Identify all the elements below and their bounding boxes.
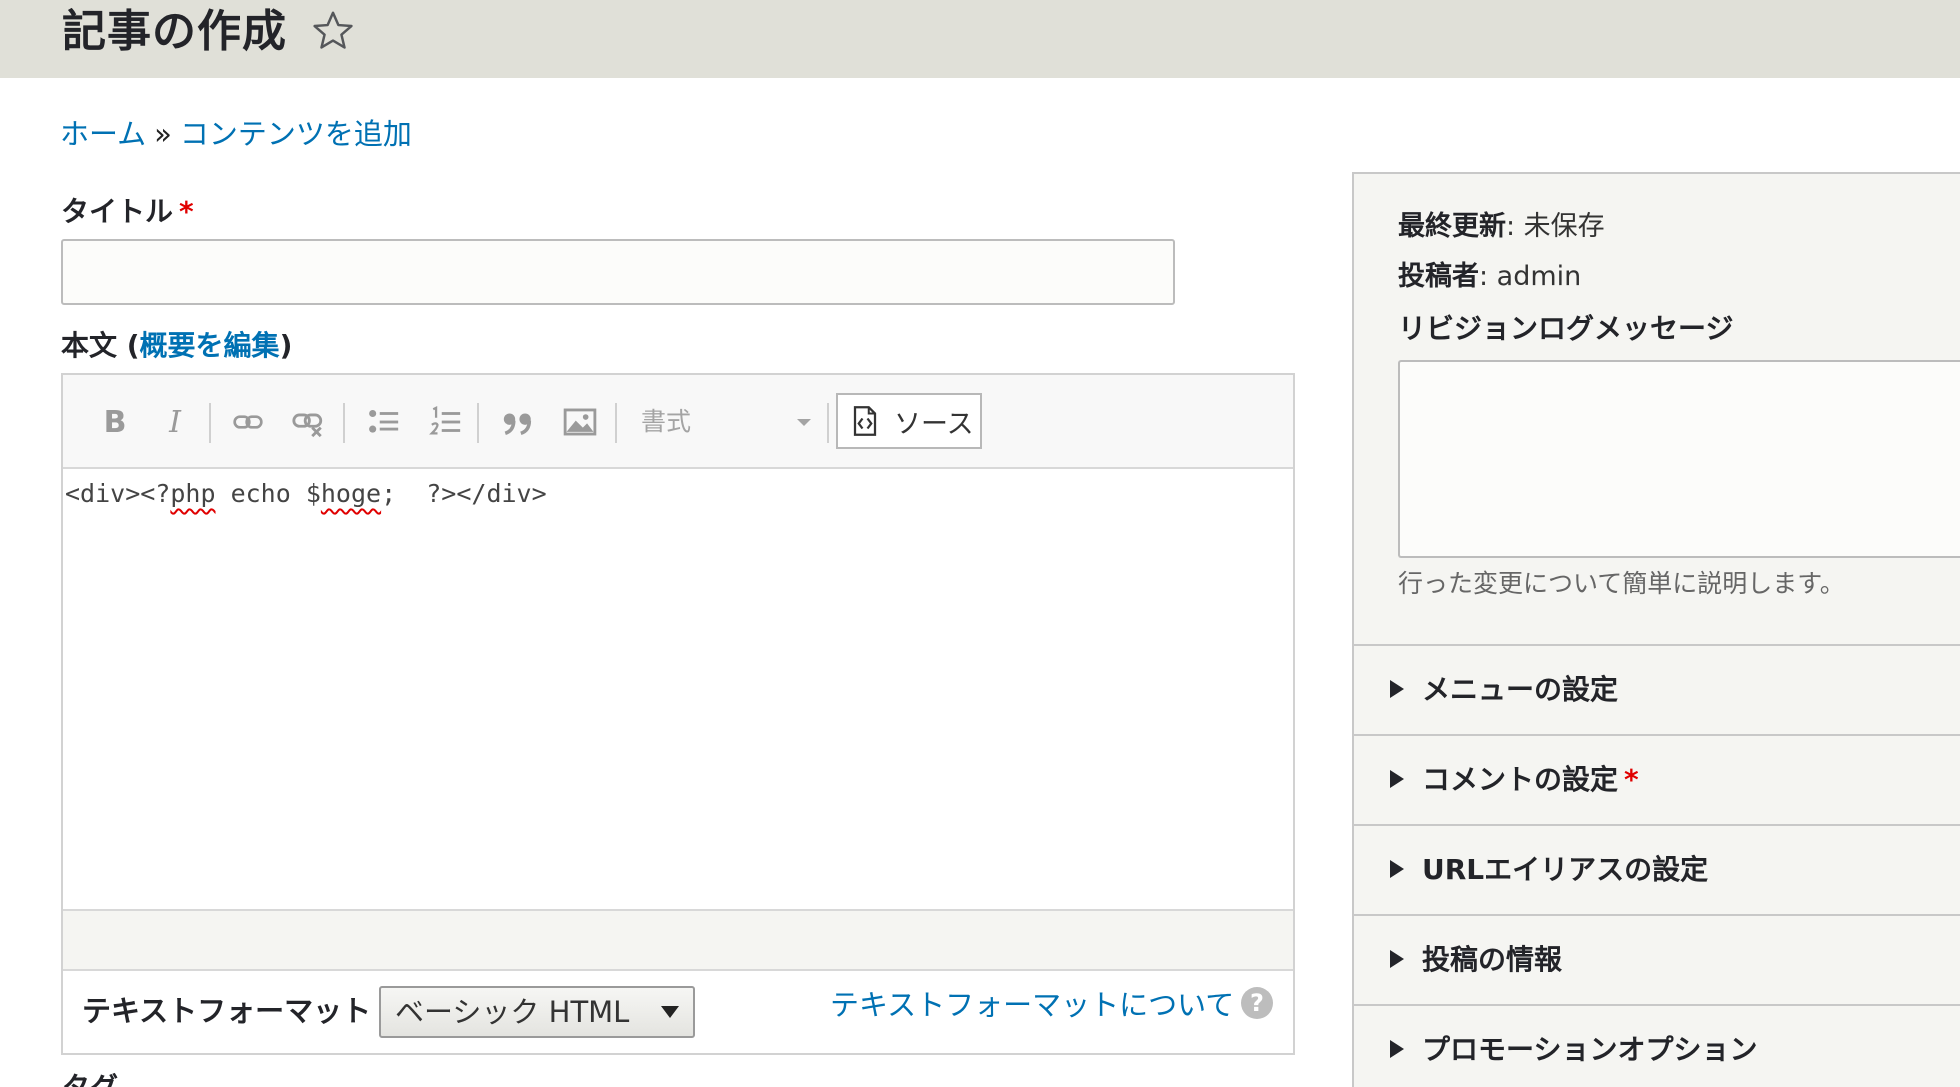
page-title: 記事の作成	[62, 6, 287, 57]
link-icon	[233, 415, 263, 429]
code-text: <div><?	[65, 479, 171, 508]
bold-button[interactable]: B	[93, 399, 137, 445]
numbered-list-icon	[429, 406, 461, 435]
panel-label: URLエイリアスの設定	[1422, 853, 1709, 886]
title-label: タイトル *	[61, 194, 194, 230]
toolbar-separator	[209, 403, 211, 443]
body-editor: B I 書式 ソース <div><?php echo $hoge; ?></di…	[61, 373, 1295, 1055]
star-outline-icon[interactable]	[310, 8, 356, 54]
required-mark: *	[1624, 763, 1639, 796]
image-button[interactable]	[555, 399, 605, 445]
toolbar-separator	[615, 403, 617, 443]
italic-button[interactable]: I	[153, 399, 197, 445]
blockquote-button[interactable]	[493, 399, 543, 445]
expand-triangle-icon	[1390, 680, 1404, 698]
bulleted-list-icon	[369, 409, 399, 433]
toolbar-separator	[343, 403, 345, 443]
bold-icon: B	[103, 404, 127, 440]
authoring-info-panel[interactable]: 投稿の情報	[1354, 914, 1960, 1004]
edit-summary-link[interactable]: 概要を編集	[140, 329, 280, 362]
about-text-formats-link[interactable]: テキストフォーマットについて	[830, 985, 1234, 1025]
revision-log-description: 行った変更について簡単に説明します。	[1398, 569, 1845, 598]
title-input[interactable]	[61, 239, 1175, 305]
code-text: ; ?></div>	[381, 479, 547, 508]
toolbar-separator	[477, 403, 479, 443]
expand-triangle-icon	[1390, 770, 1404, 788]
panel-label: プロモーションオプション	[1422, 1033, 1758, 1066]
toolbar-separator	[827, 403, 829, 443]
menu-settings-panel[interactable]: メニューの設定	[1354, 644, 1960, 734]
panel-label: コメントの設定 *	[1422, 760, 1639, 800]
code-text: hoge	[320, 479, 382, 508]
image-icon	[563, 408, 597, 436]
body-label: 本文 (概要を編集)	[61, 328, 292, 364]
code-text: php	[170, 479, 216, 508]
expand-triangle-icon	[1390, 1040, 1404, 1058]
breadcrumb-separator: »	[154, 117, 172, 151]
body-label-text: 本文 (	[61, 329, 140, 362]
last-updated-value: : 未保存	[1506, 211, 1605, 242]
source-button[interactable]: ソース	[836, 393, 982, 449]
revision-log-textarea[interactable]	[1398, 360, 1960, 558]
italic-icon: I	[169, 404, 181, 440]
expand-triangle-icon	[1390, 860, 1404, 878]
unlink-button[interactable]	[285, 399, 331, 445]
text-format-label: テキストフォーマット	[82, 994, 372, 1028]
caret-down-icon	[661, 1006, 679, 1018]
text-format-select[interactable]: ベーシック HTML	[379, 986, 695, 1038]
page-header: 記事の作成	[0, 0, 1960, 78]
revision-log-label: リビジョンログメッセージ	[1398, 312, 1734, 345]
text-format-row: テキストフォーマット ベーシック HTML テキストフォーマットについて ?	[63, 971, 1293, 1053]
promotion-options-panel[interactable]: プロモーションオプション	[1354, 1004, 1960, 1087]
bulleted-list-button[interactable]	[359, 399, 409, 445]
link-button[interactable]	[225, 399, 271, 445]
unlink-icon	[292, 413, 323, 438]
numbered-list-button[interactable]	[421, 399, 471, 445]
editor-toolbar: B I 書式 ソース	[63, 375, 1293, 469]
help-icon[interactable]: ?	[1241, 987, 1273, 1019]
meta-sidebar: 最終更新: 未保存 投稿者: admin リビジョンログメッセージ 行った変更に…	[1352, 172, 1960, 1087]
author-label: 投稿者	[1398, 261, 1479, 292]
format-select[interactable]: 書式	[635, 401, 815, 443]
last-updated: 最終更新: 未保存	[1398, 208, 1605, 246]
url-alias-panel[interactable]: URLエイリアスの設定	[1354, 824, 1960, 914]
panel-label: メニューの設定	[1422, 673, 1619, 706]
required-mark: *	[179, 195, 194, 228]
tags-label: タグ	[62, 1070, 118, 1087]
chevron-down-icon	[797, 419, 811, 426]
text-format-selected: ベーシック HTML	[395, 995, 630, 1029]
code-text: echo $	[215, 479, 321, 508]
panel-label-text: コメントの設定	[1422, 763, 1619, 796]
body-textarea[interactable]: <div><?php echo $hoge; ?></div>	[63, 471, 1293, 909]
breadcrumb-add-content-link[interactable]: コンテンツを追加	[180, 117, 412, 151]
comment-settings-panel[interactable]: コメントの設定 *	[1354, 734, 1960, 824]
source-button-label: ソース	[894, 408, 974, 440]
source-code-icon	[853, 406, 877, 436]
last-updated-label: 最終更新	[1398, 211, 1506, 242]
author-value: : admin	[1479, 261, 1582, 292]
breadcrumb-home-link[interactable]: ホーム	[60, 117, 146, 151]
breadcrumb: ホーム» コンテンツを追加	[60, 114, 412, 154]
body-label-close: )	[279, 329, 293, 362]
author: 投稿者: admin	[1398, 258, 1581, 296]
editor-status-bar	[63, 909, 1293, 971]
blockquote-icon	[503, 413, 532, 436]
expand-triangle-icon	[1390, 950, 1404, 968]
panel-label: 投稿の情報	[1422, 943, 1563, 976]
title-label-text: タイトル	[61, 195, 174, 228]
